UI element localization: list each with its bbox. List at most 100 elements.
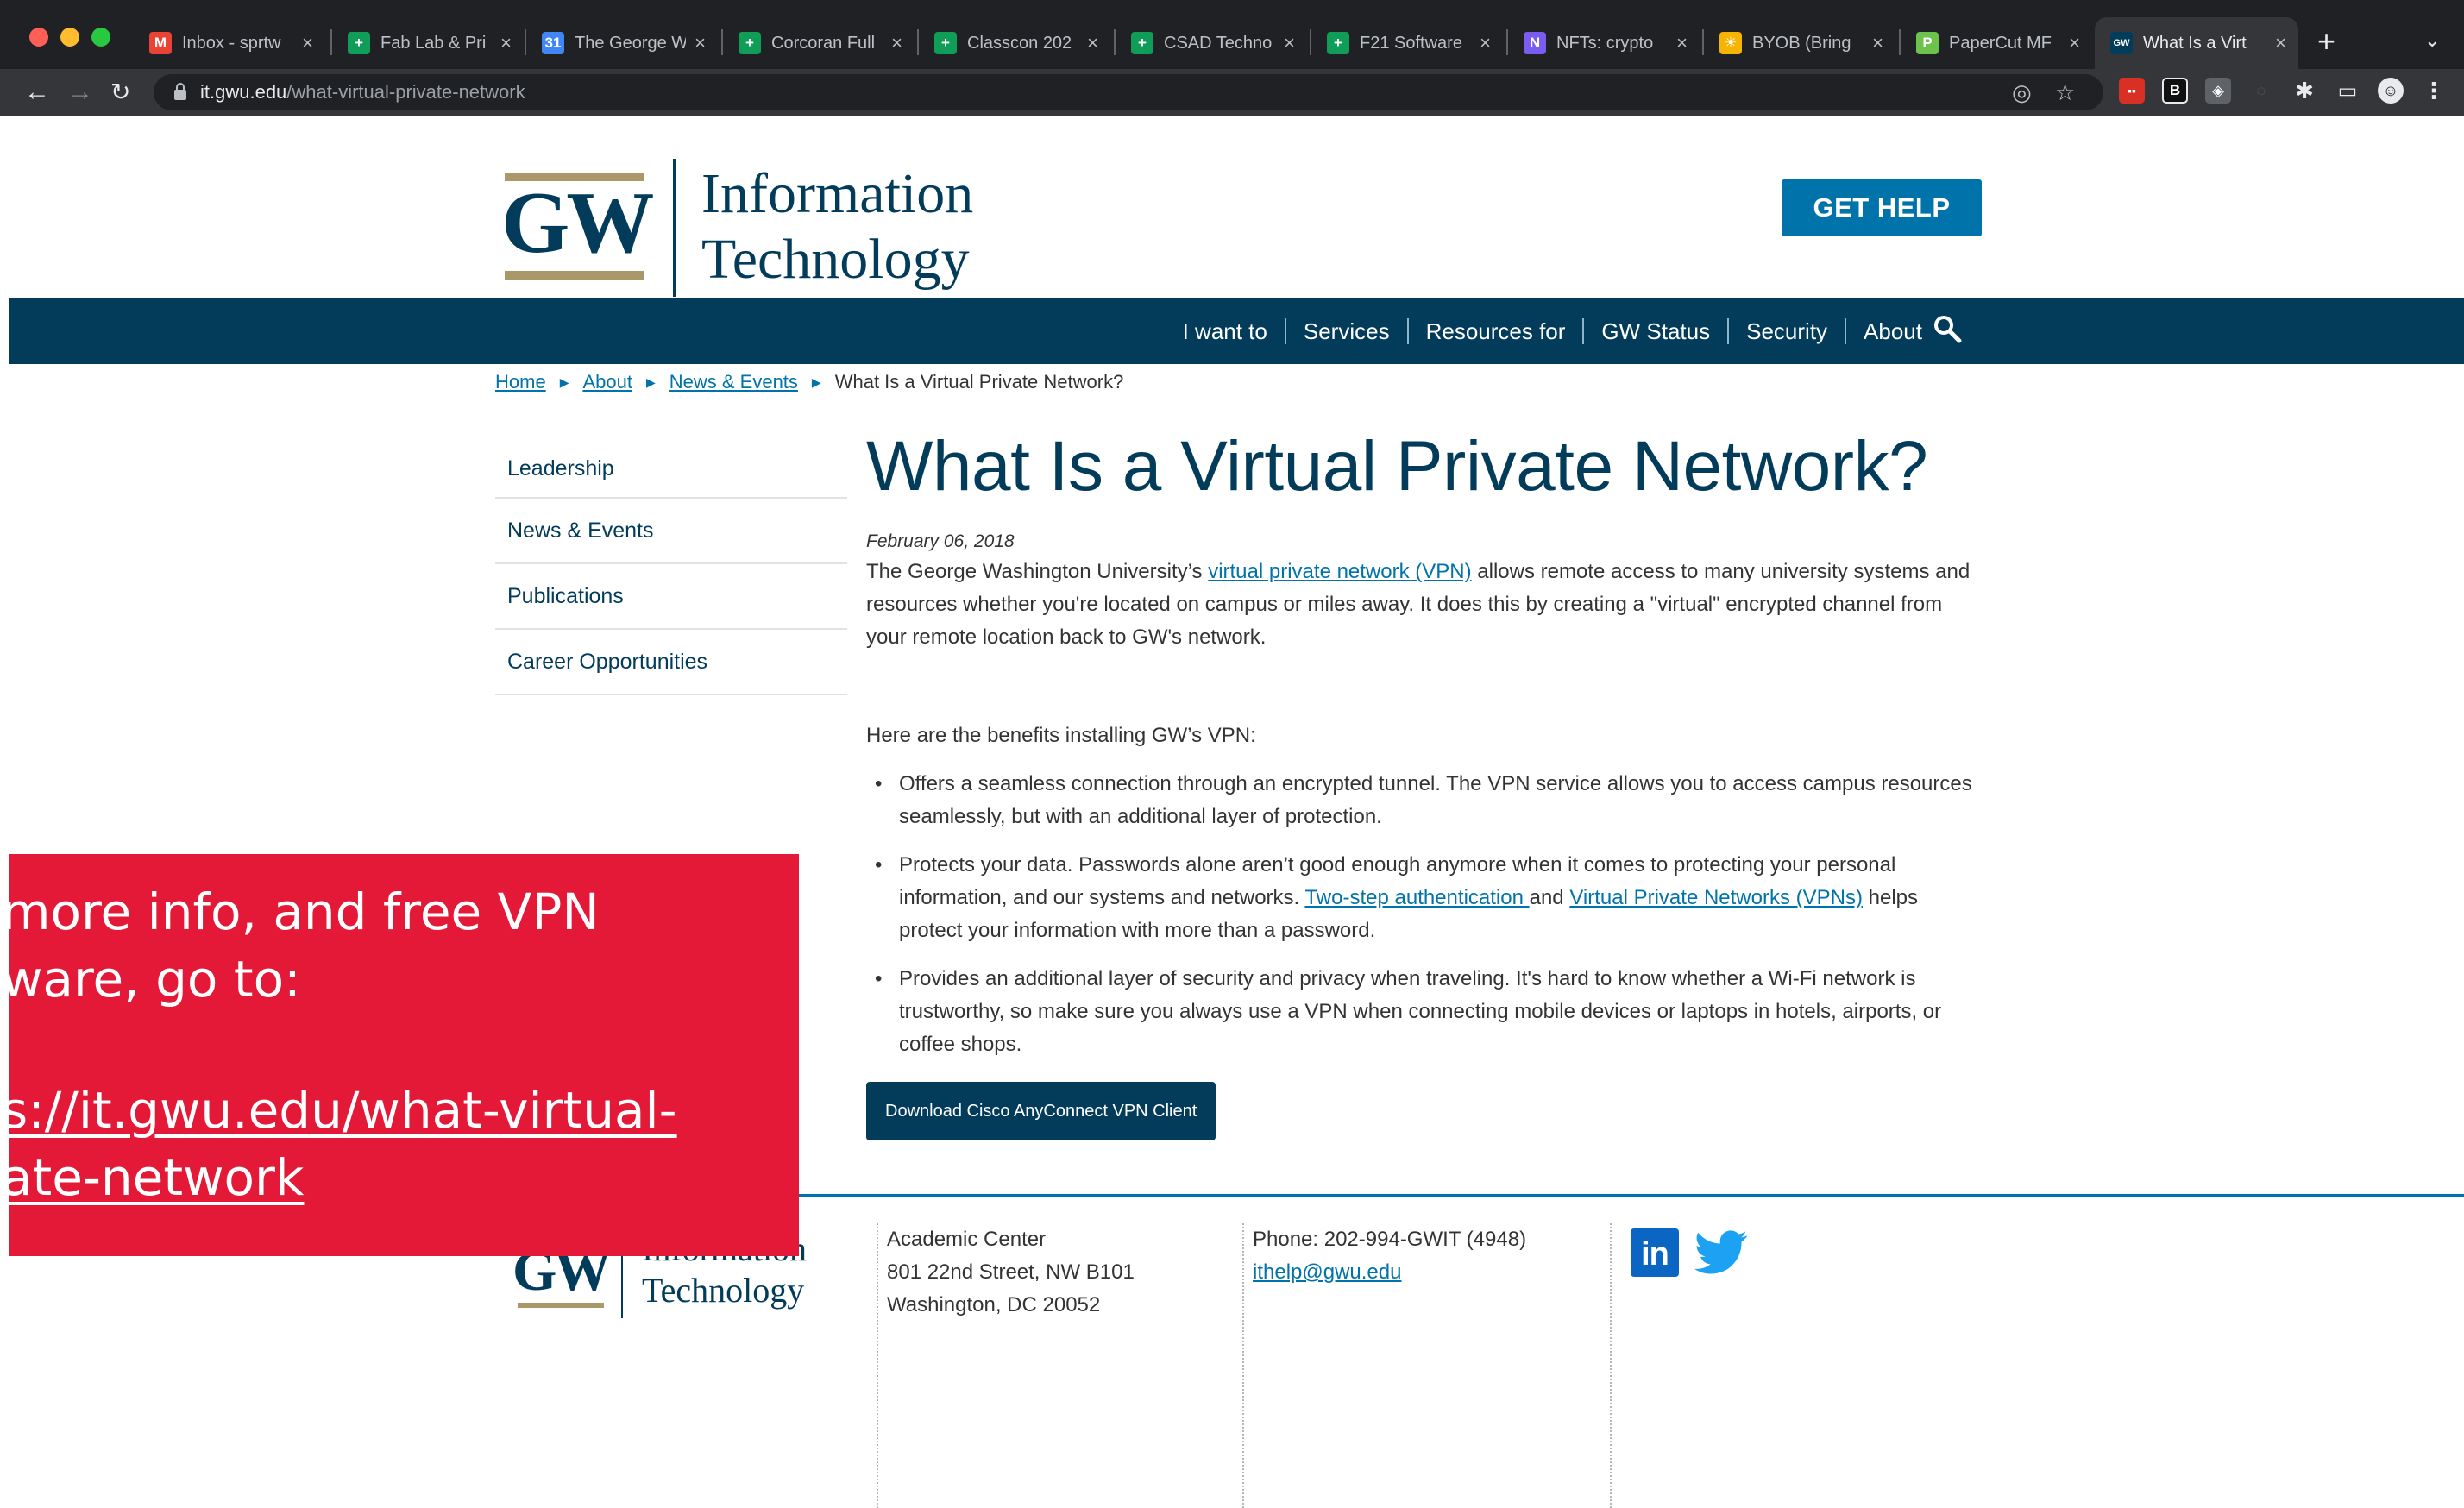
tab-separator [1899,29,1901,55]
tab-title: What Is a Virt [2143,33,2247,53]
nav-resources-for[interactable]: Resources for [1409,318,1583,345]
back-arrow-icon[interactable]: ← [24,76,50,109]
breadcrumb-current: What Is a Virtual Private Network? [834,371,1124,393]
puzzle-extensions-icon[interactable]: ✱ [2291,78,2317,104]
sheets-icon: + [348,32,370,54]
benefit-item-seamless: Offers a seamless connection through an … [866,768,1984,833]
papercut-icon: P [1916,32,1939,54]
forward-arrow-icon[interactable]: → [67,76,93,109]
browser-tab[interactable]: + Classcon 202 × [919,17,1110,69]
disabled-extension-icon[interactable]: ◌ [2248,78,2274,104]
nav-about[interactable]: About [1846,318,1939,345]
eye-slash-icon[interactable]: ◎ [2012,79,2032,106]
browser-chrome: M Inbox - sprtw × + Fab Lab & Pri × 31 The Geor… [0,0,2464,116]
download-vpn-client-button[interactable]: Download Cisco AnyConnect VPN Client [866,1082,1216,1141]
gmail-icon: M [149,32,172,54]
tab-title: NFTs: crypto [1556,33,1654,53]
extension-badge-icon[interactable]: ▪▪ [2119,78,2145,104]
tab-search-chevron-icon[interactable]: ⌄ [2424,29,2440,52]
logo-bottom-bar [505,271,644,280]
nav-items: I want to Services Resources for GW Status S… [1166,298,1939,364]
tab-title: The George W [575,33,687,53]
linkedin-icon[interactable]: in [1631,1228,1679,1277]
callout-url-line-2[interactable]: ate-network [9,1144,304,1211]
browser-tab[interactable]: GW What Is a Virt × [2095,17,2298,69]
sheets-icon: + [934,32,957,54]
callout-url-line-1[interactable]: s://it.gwu.edu/what-virtual- [9,1077,677,1144]
nav-i-want-to[interactable]: I want to [1166,318,1285,345]
intro-text-start: The George Washington University’s [866,560,1209,584]
tab-separator [1702,29,1704,55]
search-icon[interactable] [1933,314,1962,343]
two-step-authentication-link[interactable]: Two-step authentication [1304,886,1529,909]
breadcrumb-home[interactable]: Home [495,371,546,393]
benefit-text: and [1529,886,1570,910]
nft-icon: N [1524,32,1546,54]
browser-tab[interactable]: ☀ BYOB (Bring × [1704,17,1895,69]
close-tab-icon[interactable]: × [891,32,902,54]
breadcrumb-about[interactable]: About [582,371,632,393]
virtual-private-networks-link[interactable]: Virtual Private Networks (VPNs) [1569,886,1863,909]
close-tab-icon[interactable]: × [1284,32,1295,54]
close-tab-icon[interactable]: × [2275,32,2286,54]
address-bar[interactable]: it.gwu.edu/what-virtual-private-network … [154,74,2103,110]
close-tab-icon[interactable]: × [500,32,512,54]
profile-avatar[interactable]: ☺ [2378,78,2404,104]
benefits-lead: Here are the benefits installing GW’s VP… [866,724,1256,748]
vpn-info-callout: more info, and free VPN ware, go to: s:/… [9,854,799,1256]
logo-line-1: Information [701,162,974,225]
browser-tab[interactable]: + Corcoran Full × [723,17,915,69]
lightbulb-icon: ☀ [1719,32,1742,54]
browser-tab[interactable]: N NFTs: crypto × [1508,17,1700,69]
breadcrumb-news-events[interactable]: News & Events [669,371,798,393]
sidebar-item-leadership[interactable]: Leadership [495,440,847,499]
breadcrumb: Home ▶ About ▶ News & Events ▶ What Is a… [495,371,1123,393]
twitter-icon[interactable] [1694,1228,1748,1277]
browser-menu-icon[interactable]: ⋮ [2421,78,2447,104]
callout-line-2: ware, go to: [9,950,301,1008]
browser-tab[interactable]: + F21 Software × [1311,17,1503,69]
maximize-window-button[interactable] [91,28,110,47]
bold-extension-icon[interactable]: B [2162,78,2188,104]
footer-logo-bottom-bar [518,1303,604,1308]
bookmark-star-icon[interactable]: ☆ [2055,79,2075,106]
browser-tab[interactable]: + CSAD Techno × [1116,17,1307,69]
close-tab-icon[interactable]: × [1676,32,1688,54]
browser-toolbar: ← → ↻ it.gwu.edu/what-virtual-private-ne… [0,69,2464,116]
address-line-2: 801 22nd Street, NW B101 [887,1260,1135,1284]
get-help-button[interactable]: GET HELP [1782,179,1982,236]
nav-security[interactable]: Security [1729,318,1845,345]
vpn-link[interactable]: virtual private network (VPN) [1208,560,1471,583]
site-logo[interactable]: GW Information Technology [494,154,1012,300]
sidebar-item-news-events[interactable]: News & Events [495,499,847,564]
sheets-icon: + [739,32,761,54]
reload-icon[interactable]: ↻ [110,76,130,109]
sidebar-item-publications[interactable]: Publications [495,564,847,630]
new-tab-button[interactable]: + [2317,24,2335,59]
close-tab-icon[interactable]: × [695,32,706,54]
extension-icon[interactable]: ◈ [2205,78,2231,104]
close-tab-icon[interactable]: × [2069,32,2080,54]
sidebar-item-career-opportunities[interactable]: Career Opportunities [495,630,847,695]
footer-email-link[interactable]: ithelp@gwu.edu [1253,1260,1401,1284]
cast-icon[interactable]: ▭ [2335,78,2360,104]
close-tab-icon[interactable]: × [302,32,313,54]
web-page: GW Information Technology GET HELP I wan… [9,116,2464,1508]
close-window-button[interactable] [29,28,48,47]
browser-tab[interactable]: M Inbox - sprtw × [134,17,325,69]
browser-tab[interactable]: P PaperCut MF × [1901,17,2092,69]
nav-gw-status[interactable]: GW Status [1584,318,1727,345]
tab-separator [1114,29,1116,55]
close-tab-icon[interactable]: × [1087,32,1098,54]
browser-tab[interactable]: 31 The George W × [526,17,718,69]
tab-title: BYOB (Bring [1752,33,1851,53]
nav-services[interactable]: Services [1286,318,1407,345]
minimize-window-button[interactable] [60,28,79,47]
tab-title: Corcoran Full [771,33,876,53]
browser-tab[interactable]: + Fab Lab & Pri × [332,17,524,69]
close-tab-icon[interactable]: × [1480,32,1491,54]
tab-title: Inbox - sprtw [182,33,281,53]
close-tab-icon[interactable]: × [1872,32,1883,54]
section-sidebar: Leadership News & Events Publications Ca… [495,440,847,695]
tab-separator [330,29,332,55]
